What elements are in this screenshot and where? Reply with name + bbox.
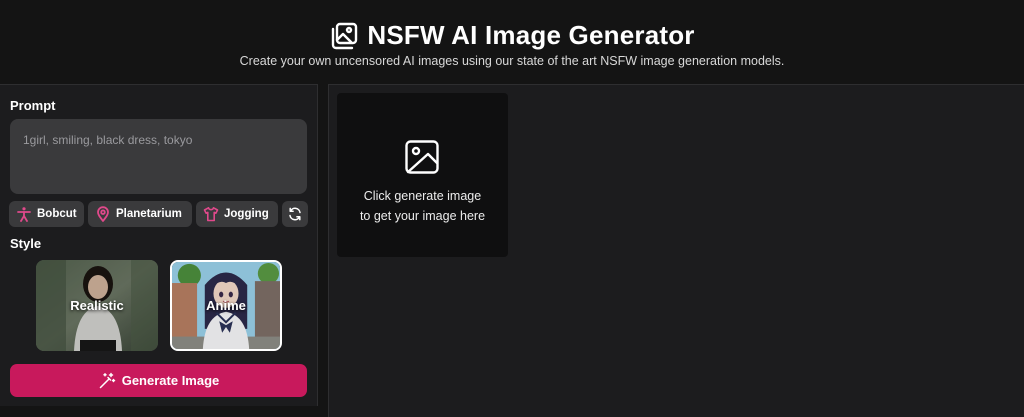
images-icon	[332, 22, 358, 49]
refresh-icon	[289, 207, 301, 221]
placeholder-line-1: Click generate image	[363, 189, 482, 203]
chip-planetarium[interactable]: Planetarium	[88, 201, 192, 227]
output-panel: Click generate image to get your image h…	[328, 84, 1024, 417]
title-row: NSFW AI Image Generator	[0, 20, 1024, 51]
page-subtitle: Create your own uncensored AI images usi…	[239, 54, 785, 68]
generate-image-button[interactable]: Generate Image	[10, 364, 307, 397]
generate-button-label: Generate Image	[121, 373, 220, 388]
placeholder-line-2: to get your image here	[359, 209, 486, 223]
style-option-realistic[interactable]: Realistic	[36, 260, 158, 351]
shirt-icon	[203, 207, 219, 222]
chip-jogging[interactable]: Jogging	[196, 201, 278, 227]
style-option-label: Realistic	[70, 298, 124, 313]
page-title: NSFW AI Image Generator	[367, 20, 695, 50]
settings-panel: Prompt Bobcut Planetarium Jogging	[0, 84, 318, 406]
pose-icon	[17, 207, 31, 222]
prompt-input[interactable]	[10, 119, 307, 194]
chip-label: Jogging	[224, 208, 269, 220]
style-option-label: Anime	[206, 298, 246, 313]
image-icon	[405, 140, 439, 174]
chip-label: Planetarium	[116, 208, 182, 220]
placeholder-text: Click generate image to get your image h…	[337, 186, 508, 226]
chip-label: Bobcut	[37, 208, 77, 220]
page-header: NSFW AI Image Generator Create your own …	[0, 0, 1024, 84]
style-label: Style	[10, 236, 42, 251]
style-option-anime[interactable]: Anime	[170, 260, 282, 351]
prompt-label: Prompt	[10, 98, 56, 113]
chip-bobcut[interactable]: Bobcut	[9, 201, 84, 227]
image-placeholder: Click generate image to get your image h…	[337, 93, 508, 257]
refresh-suggestions-button[interactable]	[282, 201, 308, 227]
location-pin-icon	[97, 206, 109, 222]
magic-wand-icon	[99, 372, 115, 388]
